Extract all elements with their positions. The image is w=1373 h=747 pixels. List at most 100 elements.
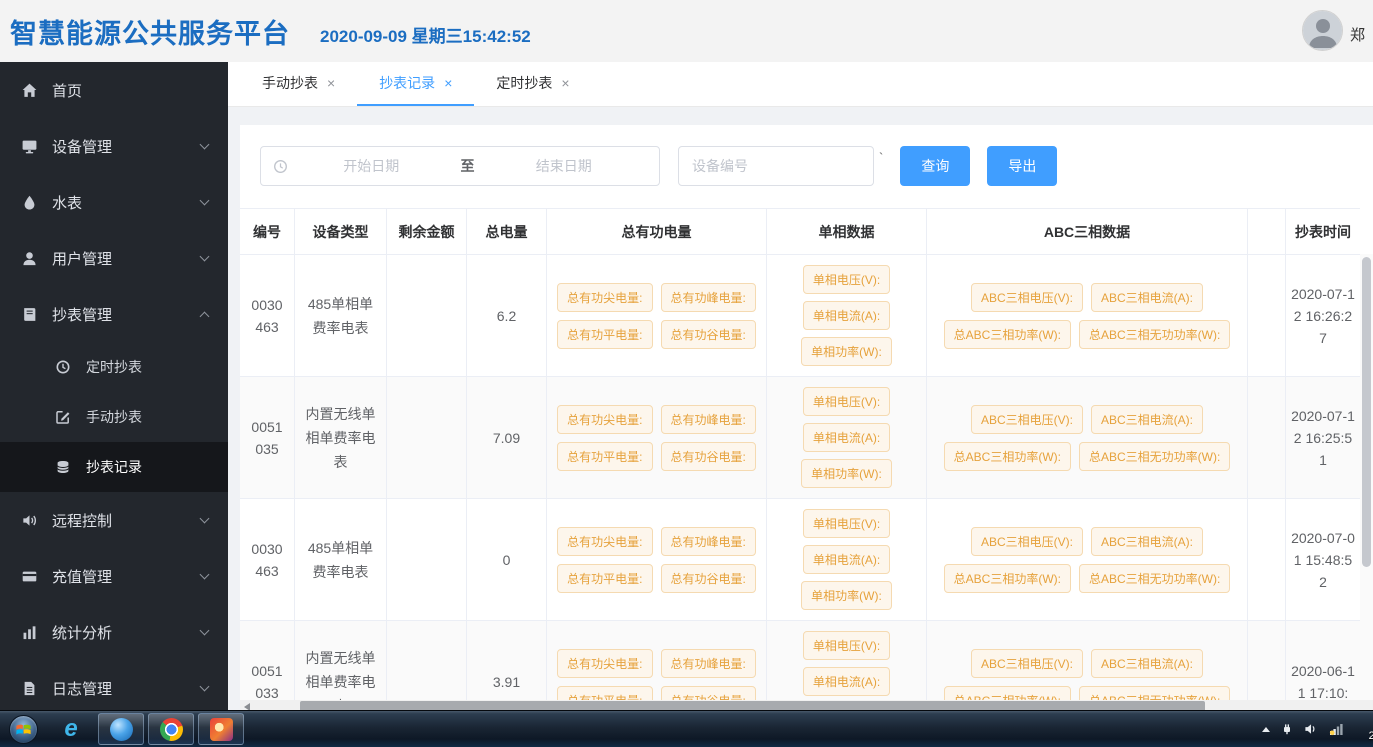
abc-phase-button[interactable]: ABC三相电流(A): [1091,527,1203,556]
query-button[interactable]: 查询 [900,146,970,186]
active-energy-button[interactable]: 总有功尖电量: [557,283,652,312]
start-button[interactable] [0,711,46,747]
active-energy-button[interactable]: 总有功平电量: [557,686,652,701]
cell-device-id: 0030463 [240,499,295,620]
cell-empty [1248,255,1286,376]
sidebar-item-water-meter[interactable]: 水表 [0,174,228,230]
abc-phase-button[interactable]: ABC三相电压(V): [971,649,1083,678]
abc-phase-button[interactable]: 总ABC三相无功功率(W): [1079,564,1230,593]
abc-phase-button[interactable]: 总ABC三相功率(W): [944,564,1071,593]
export-button[interactable]: 导出 [987,146,1057,186]
sidebar-item-reading-records[interactable]: 抄表记录 [0,442,228,492]
date-range-picker[interactable]: 开始日期 至 结束日期 [260,146,660,186]
single-phase-button[interactable]: 单相电压(V): [803,509,890,538]
table-row: 0051035 内置无线单相单费率电表 7.09 总有功尖电量: 总有功峰电量:… [240,377,1360,499]
sidebar-item-meter-reading-management[interactable]: 抄表管理 [0,286,228,342]
sidebar-item-label: 远程控制 [52,510,112,531]
abc-phase-button[interactable]: 总ABC三相无功功率(W): [1079,320,1230,349]
avatar[interactable] [1302,10,1343,51]
abc-phase-button[interactable]: ABC三相电流(A): [1091,283,1203,312]
username-label[interactable]: 郑 [1350,24,1365,45]
column-header: 编号 [240,209,295,254]
single-phase-button[interactable]: 单相电流(A): [803,667,890,696]
card-icon [20,568,38,585]
abc-phase-button[interactable]: ABC三相电压(V): [971,527,1083,556]
chrome-taskbar-button[interactable] [148,713,194,745]
active-energy-button[interactable]: 总有功尖电量: [557,527,652,556]
active-energy-button[interactable]: 总有功谷电量: [661,442,756,471]
active-energy-button[interactable]: 总有功尖电量: [557,649,652,678]
active-energy-button[interactable]: 总有功峰电量: [661,405,756,434]
cell-active-energy: 总有功尖电量: 总有功峰电量: 总有功平电量: 总有功谷电量: [547,621,767,700]
sidebar-item-device-management[interactable]: 设备管理 [0,118,228,174]
active-energy-button[interactable]: 总有功平电量: [557,442,652,471]
single-phase-button[interactable]: 单相电流(A): [803,423,890,452]
active-energy-button[interactable]: 总有功谷电量: [661,564,756,593]
abc-phase-button[interactable]: ABC三相电流(A): [1091,405,1203,434]
current-datetime: 2020-09-09 星期三15:42:52 [320,22,531,47]
column-header: 剩余金额 [387,209,467,254]
single-phase-button[interactable]: 单相功率(W): [801,459,892,488]
single-phase-button[interactable]: 单相电压(V): [803,265,890,294]
tab-manual-reading[interactable]: 手动抄表 × [240,62,357,106]
active-energy-button[interactable]: 总有功尖电量: [557,405,652,434]
tray-expand-icon[interactable] [1262,727,1270,732]
tab-reading-records[interactable]: 抄表记录 × [357,62,474,106]
sidebar-item-statistics[interactable]: 统计分析 [0,604,228,660]
tab-scheduled-reading[interactable]: 定时抄表 × [474,62,591,106]
end-date-input[interactable]: 结束日期 [481,156,648,176]
close-icon[interactable]: × [561,75,569,91]
single-phase-button[interactable]: 单相电压(V): [803,631,890,660]
active-energy-button[interactable]: 总有功平电量: [557,320,652,349]
abc-phase-button[interactable]: ABC三相电流(A): [1091,649,1203,678]
cell-empty [1248,377,1286,498]
ledger-icon [20,306,38,323]
close-icon[interactable]: × [327,75,335,91]
vertical-scrollbar-thumb[interactable] [1362,257,1371,567]
sidebar-item-manual-reading[interactable]: 手动抄表 [0,392,228,442]
close-icon[interactable]: × [444,75,452,91]
start-date-input[interactable]: 开始日期 [288,156,455,176]
blue-app-taskbar-button[interactable] [98,713,144,745]
single-phase-button[interactable]: 单相功率(W): [801,581,892,610]
abc-phase-button[interactable]: 总ABC三相功率(W): [944,442,1071,471]
device-number-input[interactable] [678,146,874,186]
abc-phase-button[interactable]: ABC三相电压(V): [971,405,1083,434]
sidebar-item-remote-control[interactable]: 远程控制 [0,492,228,548]
network-icon[interactable] [1329,722,1345,736]
sidebar-item-scheduled-reading[interactable]: 定时抄表 [0,342,228,392]
abc-phase-button[interactable]: ABC三相电压(V): [971,283,1083,312]
sidebar-item-recharge-management[interactable]: 充值管理 [0,548,228,604]
single-phase-button[interactable]: 单相电压(V): [803,387,890,416]
abc-phase-button[interactable]: 总ABC三相无功功率(W): [1079,686,1230,701]
chrome-icon [160,718,183,741]
media-app-taskbar-button[interactable] [198,713,244,745]
active-energy-button[interactable]: 总有功峰电量: [661,283,756,312]
sidebar-item-label: 日志管理 [52,678,112,699]
ie-taskbar-button[interactable]: e [48,713,94,745]
abc-phase-button[interactable]: 总ABC三相功率(W): [944,320,1071,349]
active-energy-button[interactable]: 总有功平电量: [557,564,652,593]
abc-phase-button[interactable]: 总ABC三相无功功率(W): [1079,442,1230,471]
single-phase-button[interactable]: 单相功率(W): [801,337,892,366]
column-header: ABC三相数据 [927,209,1248,254]
active-energy-button[interactable]: 总有功谷电量: [661,686,756,701]
range-separator: 至 [455,156,481,176]
cell-balance [387,621,467,700]
taskbar-clock[interactable]: 15:42 2020/9/9 [1361,714,1373,745]
vertical-scrollbar[interactable] [1360,254,1373,700]
active-energy-button[interactable]: 总有功峰电量: [661,649,756,678]
page-title: 智慧能源公共服务平台 [10,12,290,51]
active-energy-button[interactable]: 总有功谷电量: [661,320,756,349]
single-phase-button[interactable]: 单相电流(A): [803,301,890,330]
windows-taskbar: e 15:42 2020/9/9 [0,710,1373,747]
sidebar-item-user-management[interactable]: 用户管理 [0,230,228,286]
sidebar-item-home[interactable]: 首页 [0,62,228,118]
sidebar-item-log-management[interactable]: 日志管理 [0,660,228,716]
power-plug-icon[interactable] [1280,722,1294,736]
active-energy-button[interactable]: 总有功峰电量: [661,527,756,556]
single-phase-button[interactable]: 单相电流(A): [803,545,890,574]
column-header: 单相数据 [767,209,927,254]
speaker-icon[interactable] [1304,722,1319,736]
abc-phase-button[interactable]: 总ABC三相功率(W): [944,686,1071,701]
